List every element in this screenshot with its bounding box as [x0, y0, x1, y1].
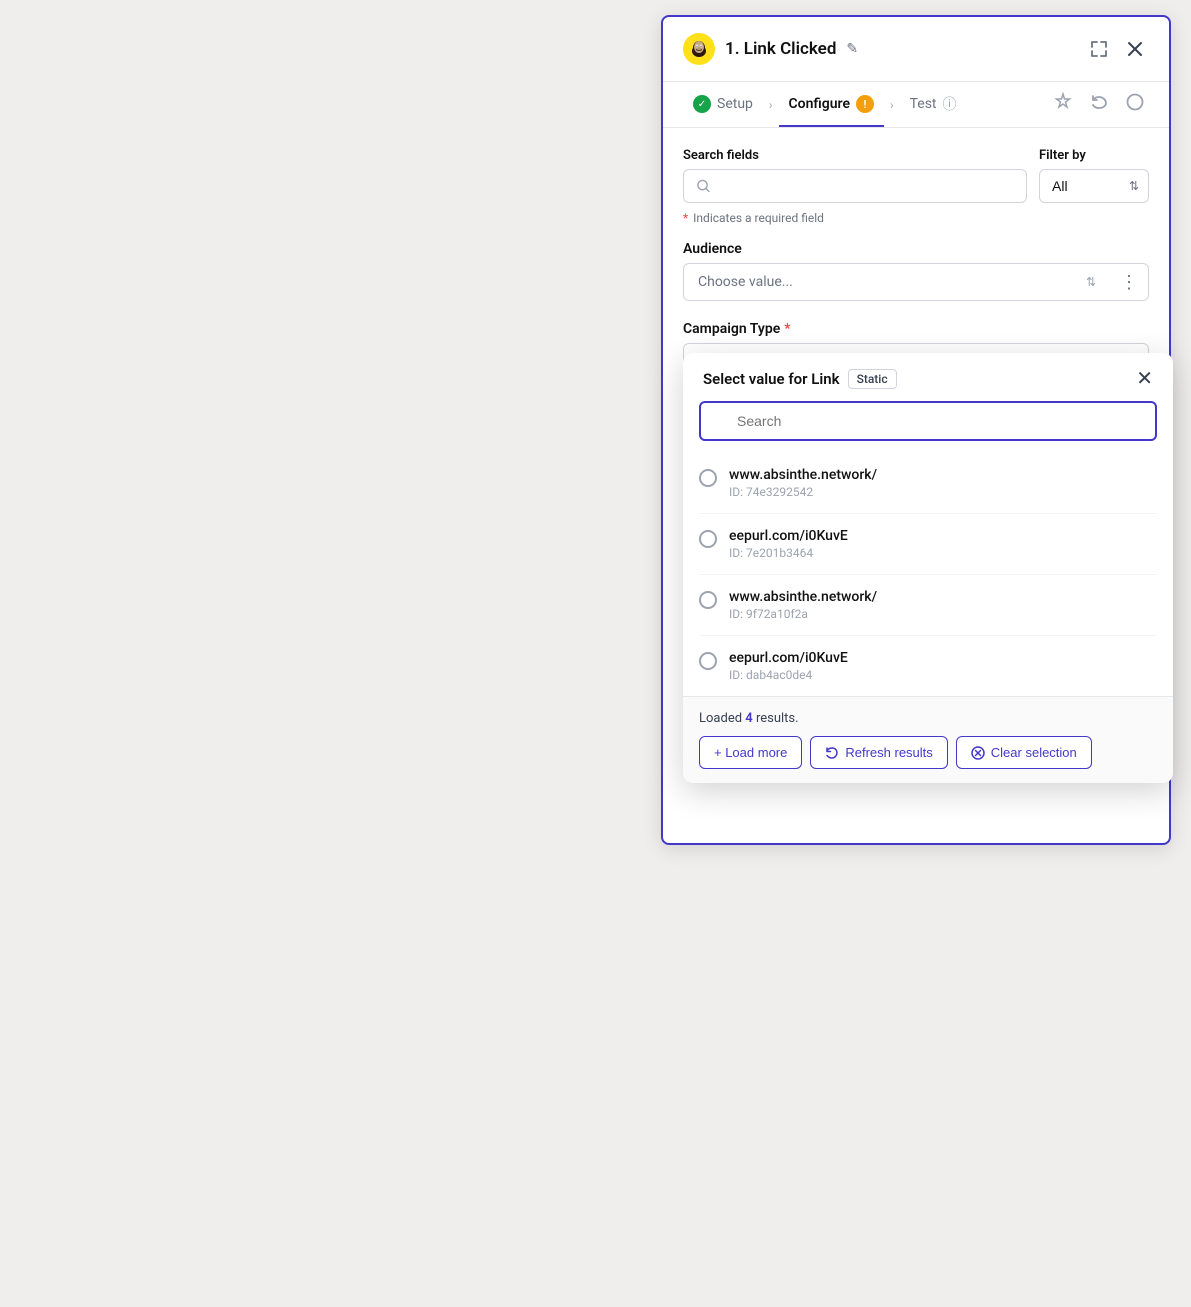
- tabs-left: ✓ Setup › Configure ! › Test ⓘ: [683, 82, 967, 127]
- clear-icon: [971, 746, 985, 760]
- search-icon: [696, 178, 711, 194]
- tab-chevron-1: ›: [767, 98, 775, 112]
- configure-warn-icon: !: [856, 95, 874, 113]
- radio-circle-1[interactable]: [699, 469, 717, 487]
- audience-field-row: Choose value... ⇅ ⋮: [683, 263, 1149, 301]
- item-text-4: eepurl.com/i0KuvE ID: dab4ac0de4: [729, 650, 848, 682]
- campaign-type-required: *: [784, 321, 790, 337]
- required-note: * Indicates a required field: [683, 211, 1149, 225]
- radio-circle-4[interactable]: [699, 652, 717, 670]
- popup-close-button[interactable]: ✕: [1136, 369, 1153, 389]
- clear-selection-label: Clear selection: [991, 745, 1077, 760]
- tabs-row: ✓ Setup › Configure ! › Test ⓘ: [663, 82, 1169, 128]
- search-fields-input-wrap[interactable]: [683, 169, 1027, 203]
- edit-icon[interactable]: ✎: [846, 41, 858, 57]
- popup-title: Select value for Link Static: [703, 369, 897, 389]
- test-info-icon: ⓘ: [943, 94, 957, 114]
- refresh-results-button[interactable]: Refresh results: [810, 736, 947, 769]
- audience-label: Audience: [683, 241, 1149, 257]
- right-panel: 1. Link Clicked ✎ ✓ Setup ›: [661, 15, 1171, 845]
- item-text-2: eepurl.com/i0KuvE ID: 7e201b3464: [729, 528, 848, 560]
- setup-check-icon: ✓: [693, 95, 711, 113]
- audience-more-button[interactable]: ⋮: [1110, 263, 1149, 301]
- mailchimp-icon: [683, 33, 715, 65]
- radio-circle-3[interactable]: [699, 591, 717, 609]
- required-star: *: [683, 211, 688, 225]
- load-more-button[interactable]: + Load more: [699, 736, 802, 769]
- item-url-4: eepurl.com/i0KuvE: [729, 650, 848, 666]
- undo-icon[interactable]: [1085, 88, 1113, 121]
- list-item[interactable]: www.absinthe.network/ ID: 9f72a10f2a: [699, 575, 1157, 636]
- audience-input[interactable]: Choose value... ⇅: [683, 263, 1110, 301]
- audience-field: Audience Choose value... ⇅ ⋮: [683, 241, 1149, 301]
- filter-by-section: Filter by All: [1039, 148, 1149, 203]
- footer-actions: + Load more Refresh results Clear select…: [699, 736, 1157, 769]
- item-id-4: ID: dab4ac0de4: [729, 668, 848, 682]
- audience-placeholder: Choose value...: [698, 274, 793, 290]
- list-item[interactable]: www.absinthe.network/ ID: 74e3292542: [699, 453, 1157, 514]
- loaded-count: 4: [745, 711, 752, 726]
- filter-by-select-wrap[interactable]: All: [1039, 169, 1149, 203]
- refresh-results-label: Refresh results: [845, 745, 932, 760]
- audience-chevrons: ⇅: [1086, 275, 1096, 289]
- radio-circle-2[interactable]: [699, 530, 717, 548]
- refresh-icon: [825, 746, 839, 760]
- panel-header: 1. Link Clicked ✎: [663, 17, 1169, 82]
- required-note-text: Indicates a required field: [693, 211, 824, 225]
- comment-icon[interactable]: [1121, 88, 1149, 121]
- popup-search-wrap: [699, 401, 1157, 441]
- expand-button[interactable]: [1085, 35, 1113, 63]
- close-panel-button[interactable]: [1121, 35, 1149, 63]
- item-url-1: www.absinthe.network/: [729, 467, 877, 483]
- link-dropdown-popup: Select value for Link Static ✕: [683, 353, 1173, 783]
- item-id-2: ID: 7e201b3464: [729, 546, 848, 560]
- search-fields-input[interactable]: [719, 178, 1014, 194]
- item-url-3: www.absinthe.network/: [729, 589, 877, 605]
- tab-configure[interactable]: Configure !: [779, 83, 884, 127]
- clear-selection-button[interactable]: Clear selection: [956, 736, 1092, 769]
- load-more-label: + Load more: [714, 745, 787, 760]
- campaign-type-label: Campaign Type *: [683, 321, 1149, 337]
- item-id-3: ID: 9f72a10f2a: [729, 607, 877, 621]
- tab-test[interactable]: Test ⓘ: [900, 82, 967, 128]
- item-id-1: ID: 74e3292542: [729, 485, 877, 499]
- tab-setup[interactable]: ✓ Setup: [683, 83, 763, 127]
- magic-icon[interactable]: [1049, 88, 1077, 121]
- popup-search-section: [683, 401, 1173, 453]
- popup-footer: Loaded 4 results. + Load more Refresh re…: [683, 696, 1173, 783]
- item-text-3: www.absinthe.network/ ID: 9f72a10f2a: [729, 589, 877, 621]
- popup-header: Select value for Link Static ✕: [683, 353, 1173, 401]
- loaded-text: Loaded 4 results.: [699, 711, 1157, 726]
- list-item[interactable]: eepurl.com/i0KuvE ID: dab4ac0de4: [699, 636, 1157, 696]
- static-badge: Static: [848, 369, 897, 389]
- panel-title-section: 1. Link Clicked ✎: [683, 33, 858, 65]
- panel-title: 1. Link Clicked: [725, 39, 836, 59]
- popup-search-input[interactable]: [699, 401, 1157, 441]
- panel-header-actions: [1085, 35, 1149, 63]
- item-text-1: www.absinthe.network/ ID: 74e3292542: [729, 467, 877, 499]
- tab-chevron-2: ›: [888, 98, 896, 112]
- popup-list: www.absinthe.network/ ID: 74e3292542 eep…: [683, 453, 1173, 696]
- search-filter-row: Search fields Filter by All: [683, 148, 1149, 203]
- search-fields-section: Search fields: [683, 148, 1027, 203]
- search-fields-label: Search fields: [683, 148, 1027, 163]
- list-item[interactable]: eepurl.com/i0KuvE ID: 7e201b3464: [699, 514, 1157, 575]
- filter-by-label: Filter by: [1039, 148, 1149, 163]
- filter-by-select[interactable]: All: [1039, 169, 1149, 203]
- tabs-right: [1049, 88, 1149, 121]
- item-url-2: eepurl.com/i0KuvE: [729, 528, 848, 544]
